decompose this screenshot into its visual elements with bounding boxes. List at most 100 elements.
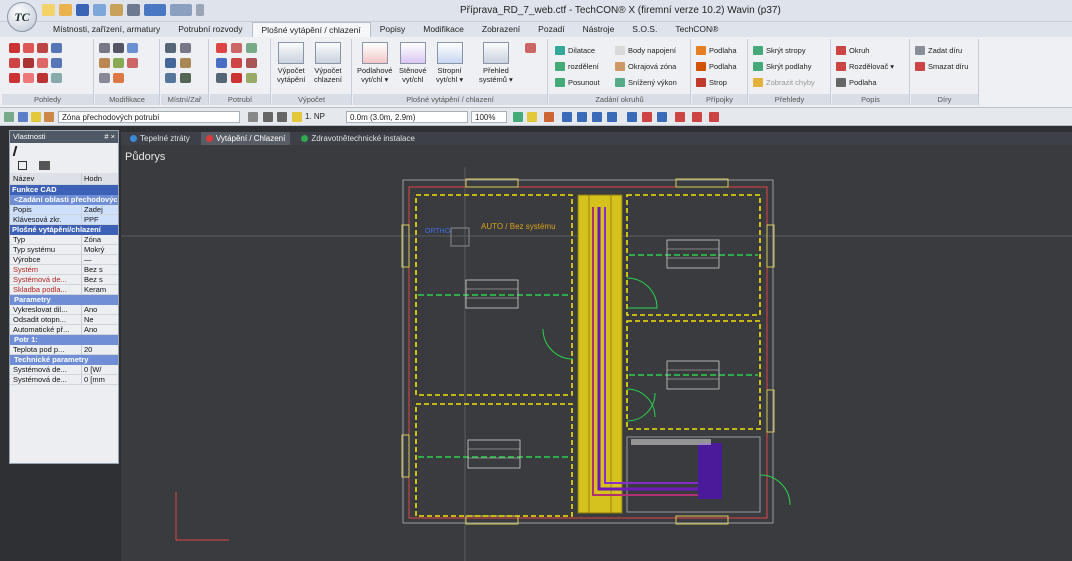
ribbon-tab[interactable]: Místnosti, zařízení, armatury [44,22,169,37]
measure-icon[interactable] [627,112,637,122]
pipe-parallel-icon[interactable] [216,58,227,68]
save-icon[interactable] [76,4,89,16]
rotate-icon[interactable] [113,43,124,53]
cursor-icon[interactable] [675,112,685,122]
zoom-area-icon[interactable] [527,112,537,122]
property-row[interactable]: Odsadit otopn... Ne [10,315,118,325]
property-row[interactable]: Systémová de... 0 [W/ [10,365,118,375]
move-icon[interactable] [99,43,110,53]
height-select[interactable]: 0.0m (3.0m, 2.9m) [346,111,468,123]
fitting-icon[interactable] [180,58,191,68]
snap-icon[interactable] [562,112,572,122]
document-tab[interactable]: Zdravotnětechnické instalace [296,132,420,145]
lightbulb-icon[interactable] [31,112,41,122]
valve-icon[interactable] [165,73,176,83]
plosne-extra-icon[interactable] [525,43,536,53]
zone-select[interactable]: Zóna přechodových potrubí [58,111,240,123]
property-row[interactable]: Systémová de... 0 [mm [10,375,118,385]
view-right-icon[interactable] [23,73,34,83]
property-row[interactable]: Systém Bez s [10,265,118,275]
copy-icon[interactable] [99,73,110,83]
property-value[interactable]: Ne [82,315,118,324]
device-icon[interactable] [165,58,176,68]
view-top-icon[interactable] [9,58,20,68]
room-label-box[interactable] [467,439,521,469]
document-tab[interactable]: Tepelné ztráty [125,132,195,145]
property-row[interactable]: Vykreslovat dil... Ano [10,305,118,315]
rozdeleni-button[interactable]: rozdělení [555,60,599,72]
dilatace-button[interactable]: Dilatace [555,44,595,56]
undo-icon[interactable] [144,4,166,16]
prehled-systemu-button[interactable]: Přehled systémů ▾ [479,42,513,84]
property-value[interactable]: 20 [82,345,118,354]
ribbon-tab[interactable]: Nástroje [574,22,624,37]
ribbon-tab[interactable]: S.O.S. [623,22,666,37]
vypocet-vytapeni-button[interactable]: Výpočet vytápění [277,42,305,84]
room-label-box[interactable] [666,239,720,269]
settings-icon[interactable] [127,4,140,16]
floor-bulb-icon[interactable] [292,112,302,122]
frame-icon[interactable] [657,112,667,122]
property-row[interactable]: Teplota pod p... 20 [10,345,118,355]
zoom-icon[interactable] [51,43,62,53]
app-logo[interactable]: TC [7,2,37,32]
stropni-button[interactable]: Stropní vyt/chl ▾ [436,42,463,84]
smazat-diru-button[interactable]: Smazat díru [915,60,968,72]
armature-icon[interactable] [180,73,191,83]
brush-icon[interactable] [12,146,24,156]
pipe-bend-icon[interactable] [231,43,242,53]
popis-podlaha-button[interactable]: Podlaha [836,76,877,88]
red-square-icon[interactable] [692,112,702,122]
view-bottom-icon[interactable] [37,73,48,83]
snizeny-vykon-button[interactable]: Snížený výkon [615,76,677,88]
ribbon-tab[interactable]: Potrubní rozvody [169,22,251,37]
property-value[interactable]: 0 [W/ [82,365,118,374]
zoom-fit-icon[interactable] [513,112,523,122]
manifold[interactable] [698,443,722,499]
ribbon-tab[interactable]: Zobrazení [473,22,529,37]
podlahove-button[interactable]: Podlahové vyt/chl ▾ [357,42,392,84]
export-icon[interactable] [110,4,123,16]
property-value[interactable]: Bez s [82,275,118,284]
pipe-list-icon[interactable] [246,58,257,68]
categorized-icon[interactable] [18,161,27,170]
select-icon[interactable] [127,43,138,53]
drawing-canvas[interactable]: Půdorys ORTHO AUTO / Bez systému [121,145,1072,561]
panel-pin-close-icon[interactable]: # × [104,131,115,143]
customize-chevron-icon[interactable] [196,4,204,16]
property-value[interactable]: Bez s [82,265,118,274]
property-value[interactable]: Ano [82,305,118,314]
stenove-button[interactable]: Stěnové vyt/chl [399,42,427,84]
vypocet-chlazeni-button[interactable]: Výpočet chlazení [314,42,342,84]
property-value[interactable]: — [82,255,118,264]
pipe-diagonal-icon[interactable] [231,58,242,68]
grid-toggle-icon[interactable] [248,112,258,122]
extend-icon[interactable] [127,58,138,68]
zoom-window-icon[interactable] [51,58,62,68]
property-value[interactable]: Zadej [82,205,118,214]
property-row[interactable]: Popis Zadej [10,205,118,215]
zadat-diru-button[interactable]: Zadat díru [915,44,962,56]
view-iso-icon[interactable] [23,58,34,68]
color-icon[interactable] [544,112,554,122]
zobrazit-chyby-button[interactable]: Zobrazit chyby [753,76,815,88]
property-value[interactable]: 0 [mm [82,375,118,384]
redo-icon[interactable] [170,4,192,16]
property-category[interactable]: Technické parametry [10,355,118,365]
layer-icon[interactable] [4,112,14,122]
floor-select[interactable]: 1. NP [305,111,325,123]
property-category[interactable]: Plošné vytápění/chlazení [10,225,118,235]
property-category[interactable]: Parametry [10,295,118,305]
property-row[interactable]: Typ systému Mokrý [10,245,118,255]
property-row[interactable]: Výrobce — [10,255,118,265]
room-zone[interactable] [415,403,573,517]
zoom-select[interactable]: 100% [471,111,507,123]
property-row[interactable]: Skladba podla... Keram [10,285,118,295]
pipe-cross-icon[interactable] [231,73,242,83]
pripojky-podlaha-2-button[interactable]: Podlaha [696,60,737,72]
floor-down-icon[interactable] [277,112,287,122]
open-folder-icon[interactable] [59,4,72,16]
target-icon[interactable] [642,112,652,122]
room-icon[interactable] [180,43,191,53]
pipe-branch-icon[interactable] [246,73,257,83]
